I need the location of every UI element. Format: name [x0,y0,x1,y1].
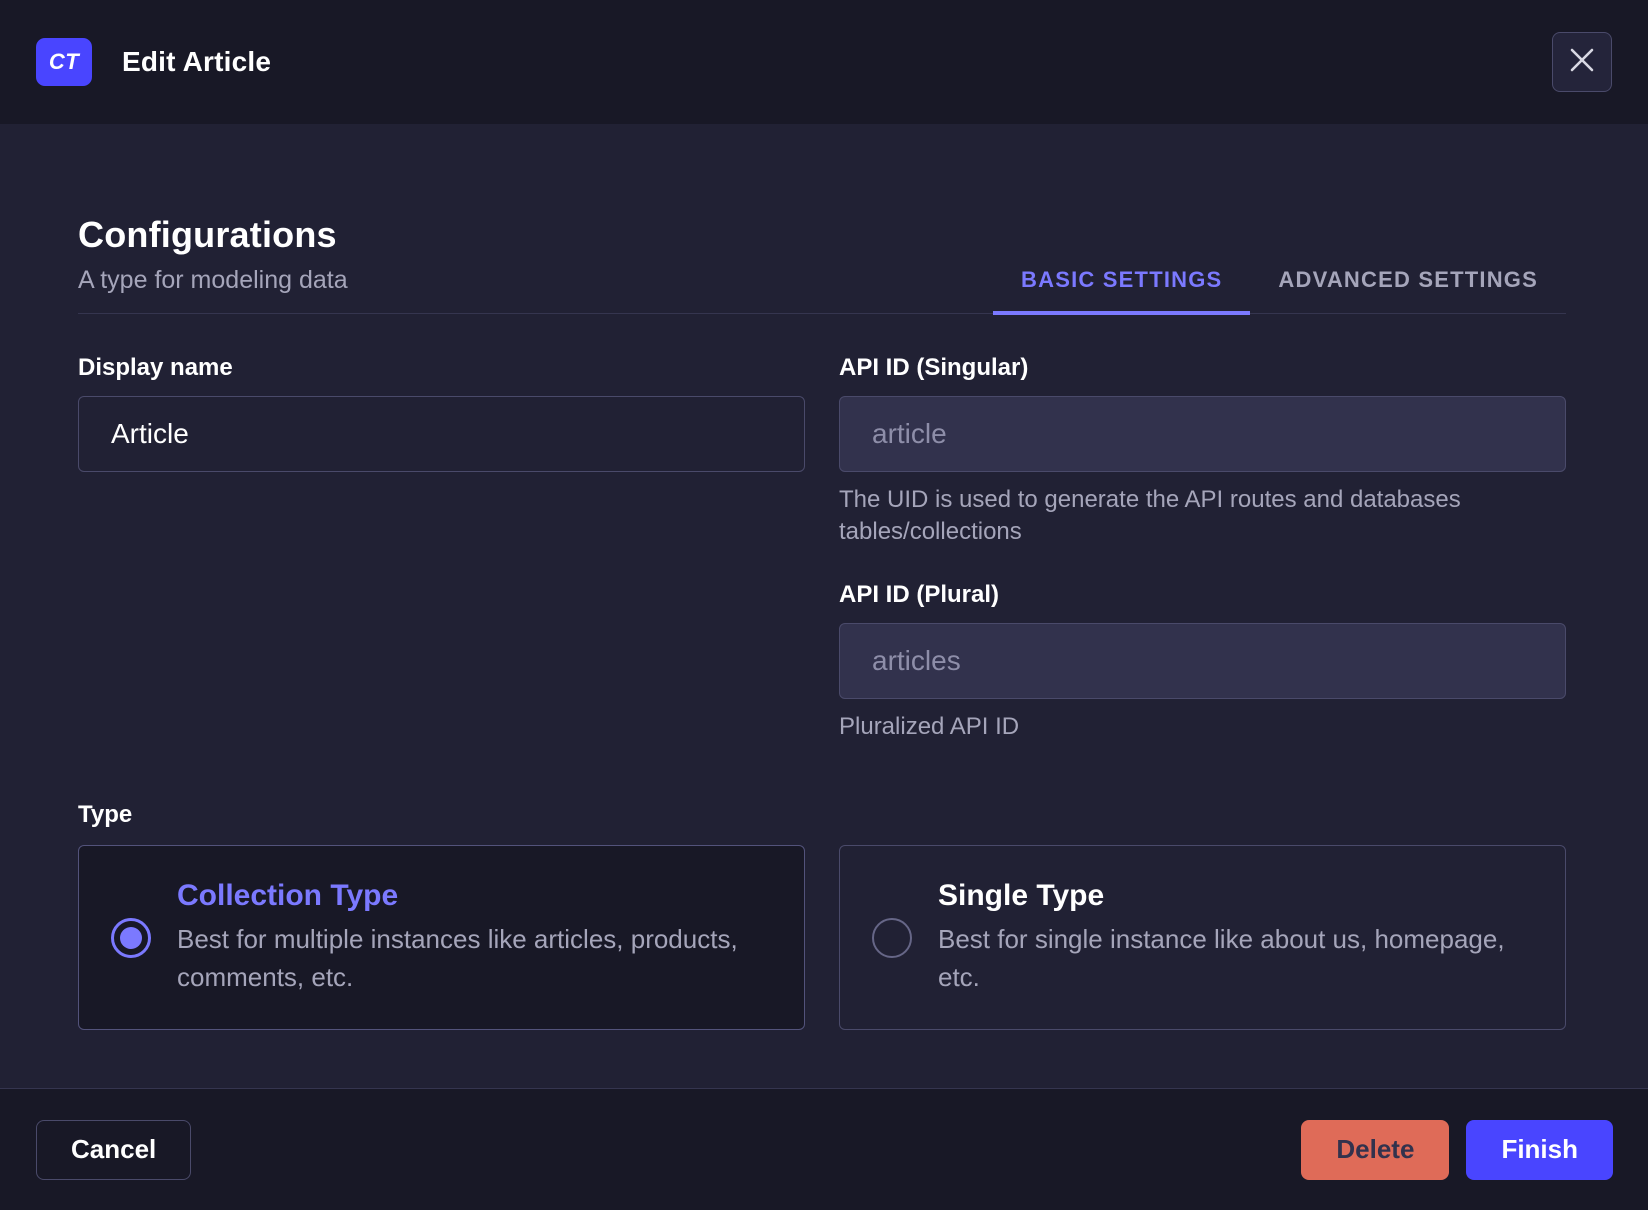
modal-title: Edit Article [122,46,272,77]
display-name-field-block: Display name [78,354,805,472]
configuration-form: Display name API ID (Singular) The UID i… [78,354,1566,743]
api-id-singular-field-block: API ID (Singular) The UID is used to gen… [839,354,1566,549]
close-icon [1567,45,1597,80]
api-id-plural-helper: Pluralized API ID [839,712,1020,740]
radio-dot-icon [120,926,142,949]
collection-type-title: Collection Type [177,878,399,912]
display-name-input[interactable] [78,396,805,472]
single-type-card[interactable]: Single Type Best for single instance lik… [839,845,1566,1031]
type-label: Type [78,801,133,829]
single-type-title: Single Type [938,878,1105,912]
cancel-button[interactable]: Cancel [36,1119,192,1180]
single-type-text: Single Type Best for single instance lik… [938,879,1505,996]
modal-header: CT Edit Article [0,0,1648,124]
tab-basic-settings[interactable]: BASIC SETTINGS [993,267,1251,315]
settings-tabs: BASIC SETTINGS ADVANCED SETTINGS [993,267,1566,315]
api-id-plural-label: API ID (Plural) [839,580,1000,608]
collection-type-radio[interactable] [111,917,151,958]
api-id-singular-helper: The UID is used to generate the API rout… [839,486,1461,546]
api-id-singular-label: API ID (Singular) [839,354,1029,381]
single-type-radio[interactable] [872,917,912,958]
display-name-label: Display name [78,354,233,381]
content-type-badge-icon: CT [36,38,92,86]
heading-block: Configurations A type for modeling data [78,214,348,313]
radio-dot-icon [881,927,903,949]
finish-button[interactable]: Finish [1466,1119,1613,1180]
form-column-left: Display name [78,354,805,743]
type-option-cards: Collection Type Best for multiple instan… [78,845,1566,1031]
type-section: Type Collection Type Best for multiple i… [78,801,1566,1031]
collection-type-card[interactable]: Collection Type Best for multiple instan… [78,845,805,1031]
collection-type-text: Collection Type Best for multiple instan… [177,879,738,996]
api-id-singular-input [839,396,1566,472]
configurations-header-row: Configurations A type for modeling data … [78,214,1566,315]
edit-content-type-modal: CT Edit Article Configurations A type fo… [0,0,1648,1210]
collection-type-description: Best for multiple instances like article… [177,923,738,992]
api-id-plural-input [839,622,1566,699]
modal-footer: Cancel Delete Finish [0,1088,1648,1210]
modal-body: Configurations A type for modeling data … [0,124,1648,1088]
delete-button[interactable]: Delete [1301,1119,1450,1180]
close-button[interactable] [1552,32,1612,92]
page-title: Configurations [78,214,337,255]
form-column-right: API ID (Singular) The UID is used to gen… [839,354,1566,743]
tab-advanced-settings[interactable]: ADVANCED SETTINGS [1250,267,1566,315]
api-id-plural-field-block: API ID (Plural) Pluralized API ID [839,581,1566,743]
page-subtitle: A type for modeling data [78,266,348,294]
single-type-description: Best for single instance like about us, … [938,923,1505,992]
